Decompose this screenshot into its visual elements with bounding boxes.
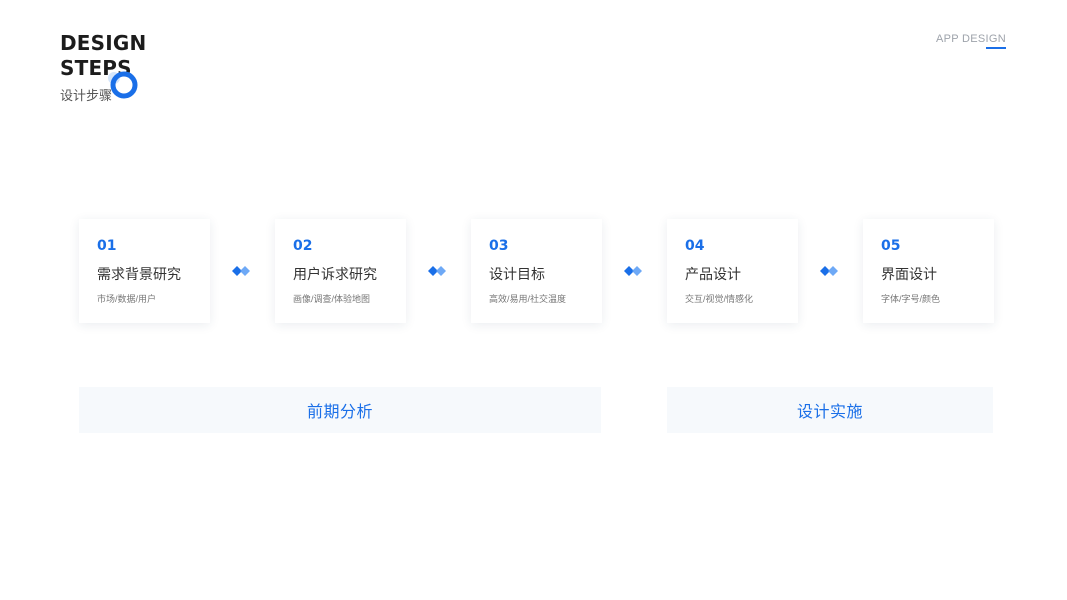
step-tags: 市场/数据/用户 (97, 294, 157, 304)
phase-bar-analysis: 前期分析 (79, 387, 601, 433)
step-tags: 交互/视觉/情感化 (685, 294, 754, 304)
title-line-1: DESIGN (60, 31, 147, 55)
subtitle-cn: 设计步骤 (60, 88, 113, 103)
step-card-3: 03 设计目标 高效/易用/社交温度 (471, 219, 602, 323)
step-title: 用户诉求研究 (293, 266, 377, 282)
double-diamond-arrow-icon (624, 266, 642, 276)
step-card-5: 05 界面设计 字体/字号/颜色 (863, 219, 994, 323)
step-title: 需求背景研究 (97, 266, 181, 282)
phase-bar-implementation: 设计实施 (667, 387, 993, 433)
app-design-label: APP DESIGN (935, 33, 1006, 49)
step-title: 设计目标 (489, 266, 545, 282)
step-card-1: 01 需求背景研究 市场/数据/用户 (79, 219, 210, 323)
double-diamond-arrow-icon (428, 266, 446, 276)
double-diamond-arrow-icon (232, 266, 250, 276)
label-underline (986, 47, 1006, 49)
step-number: 02 (293, 238, 313, 254)
title-line-2: STEPS (60, 56, 132, 80)
phase-label: 设计实施 (796, 404, 863, 421)
step-number: 04 (685, 238, 705, 254)
step-title: 界面设计 (881, 266, 937, 282)
double-diamond-arrow-icon (820, 266, 838, 276)
title-block: DESIGN STEPS 设计步骤 (60, 31, 147, 103)
step-tags: 画像/调查/体验地图 (293, 294, 371, 304)
app-design-text: APP DESIGN (935, 33, 1006, 45)
step-number: 05 (881, 238, 901, 254)
step-card-4: 04 产品设计 交互/视觉/情感化 (667, 219, 798, 323)
phase-label: 前期分析 (306, 404, 373, 421)
step-number: 01 (97, 238, 117, 254)
step-tags: 字体/字号/颜色 (881, 294, 941, 304)
step-title: 产品设计 (685, 266, 741, 282)
step-tags: 高效/易用/社交温度 (489, 294, 567, 304)
step-card-2: 02 用户诉求研究 画像/调查/体验地图 (275, 219, 406, 323)
step-number: 03 (489, 238, 509, 254)
